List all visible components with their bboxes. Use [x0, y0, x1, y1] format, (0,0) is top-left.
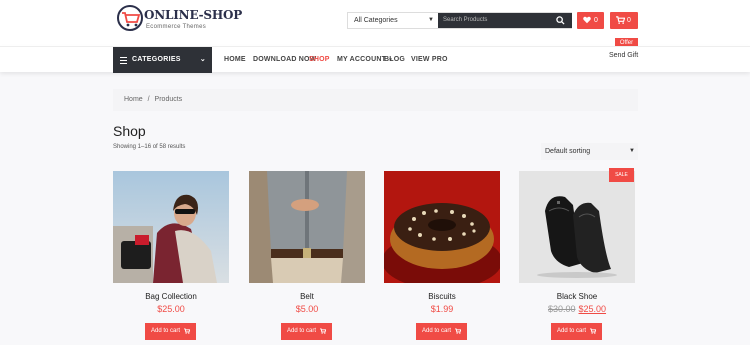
cart-icon — [455, 328, 461, 334]
product-image[interactable] — [519, 171, 635, 283]
hamburger-icon — [120, 57, 127, 66]
cart-button[interactable]: 0 — [610, 12, 638, 29]
cart-count: 0 — [627, 17, 631, 24]
product-card: SALE Black Shoe $30.00 $25.00 Add to cart — [519, 168, 635, 341]
heart-icon — [583, 16, 591, 24]
add-to-cart-button[interactable]: Add to cart — [281, 323, 332, 340]
cart-icon — [590, 328, 596, 334]
product-card: Bag Collection $25.00 Add to cart — [113, 171, 229, 341]
categories-label: CATEGORIES — [132, 56, 181, 63]
breadcrumb-current: Products — [154, 96, 183, 103]
category-select-value: All Categories — [354, 17, 398, 24]
nav-item-my-account-label: MY ACCOUNT — [337, 56, 387, 63]
product-price: $25.00 — [113, 304, 229, 314]
product-image[interactable] — [249, 171, 365, 283]
cart-icon — [184, 328, 190, 334]
add-to-cart-button[interactable]: Add to cart — [551, 323, 602, 340]
page-title: Shop — [113, 123, 146, 139]
search-button[interactable] — [548, 13, 572, 28]
add-to-cart-button[interactable]: Add to cart — [145, 323, 196, 340]
sale-badge: SALE — [609, 168, 634, 182]
price-current: $1.99 — [430, 304, 454, 314]
wishlist-button[interactable]: 0 — [577, 12, 604, 29]
nav-item-shop[interactable]: SHOP — [309, 47, 330, 73]
price-current: $5.00 — [295, 304, 319, 314]
add-to-cart-button[interactable]: Add to cart — [416, 323, 467, 340]
product-card: Belt $5.00 Add to cart — [249, 171, 365, 341]
product-name[interactable]: Bag Collection — [113, 292, 229, 301]
logo-title: ONLINE-SHOP — [144, 8, 243, 22]
product-image[interactable] — [113, 171, 229, 283]
result-count: Showing 1–16 of 58 results — [113, 144, 186, 150]
cart-logo-icon — [117, 5, 143, 31]
logo-subtitle: Ecommerce Themes — [146, 24, 207, 30]
nav-item-home[interactable]: HOME — [224, 47, 246, 73]
category-select[interactable]: All Categories ▼ — [348, 13, 438, 28]
main-navbar: CATEGORIES ⌄ HOME DOWNLOAD NOW SHOP MY A… — [0, 46, 750, 73]
search-icon — [556, 16, 565, 25]
nav-item-download-now[interactable]: DOWNLOAD NOW — [253, 47, 316, 73]
send-gift-link[interactable]: Send Gift — [609, 52, 638, 59]
caret-down-icon: ▼ — [428, 17, 434, 23]
breadcrumb: Home / Products — [113, 89, 638, 111]
price-old: $30.00 — [547, 304, 576, 314]
product-price: $5.00 — [249, 304, 365, 314]
add-to-cart-label: Add to cart — [422, 328, 452, 334]
product-price: $30.00 $25.00 — [519, 304, 635, 314]
breadcrumb-separator: / — [147, 96, 150, 103]
product-image[interactable] — [384, 171, 500, 283]
price-current: $25.00 — [578, 304, 607, 314]
site-logo[interactable]: ONLINE-SHOP Ecommerce Themes — [117, 5, 242, 37]
add-to-cart-label: Add to cart — [287, 328, 317, 334]
wishlist-count: 0 — [594, 17, 598, 24]
add-to-cart-label: Add to cart — [557, 328, 587, 334]
product-card: Biscuits $1.99 Add to cart — [384, 171, 500, 341]
breadcrumb-home[interactable]: Home — [124, 96, 143, 103]
product-name[interactable]: Biscuits — [384, 292, 500, 301]
product-name[interactable]: Black Shoe — [519, 292, 635, 301]
product-price: $1.99 — [384, 304, 500, 314]
sorting-value: Default sorting — [545, 148, 591, 155]
add-to-cart-label: Add to cart — [151, 328, 181, 334]
chevron-down-icon: ⌄ — [199, 56, 206, 63]
sorting-select[interactable]: Default sorting ▼ — [541, 143, 638, 160]
nav-item-blog[interactable]: BLOG — [384, 47, 405, 73]
caret-down-icon: ▼ — [629, 148, 635, 154]
price-current: $25.00 — [157, 304, 185, 314]
product-name[interactable]: Belt — [249, 292, 365, 301]
categories-button[interactable]: CATEGORIES ⌄ — [113, 47, 212, 73]
cart-icon — [320, 328, 326, 334]
search-input[interactable]: Search Products — [438, 13, 548, 28]
nav-item-view-pro[interactable]: VIEW PRO — [411, 47, 448, 73]
search-bar: All Categories ▼ Search Products — [347, 12, 572, 29]
cart-icon — [616, 16, 625, 24]
